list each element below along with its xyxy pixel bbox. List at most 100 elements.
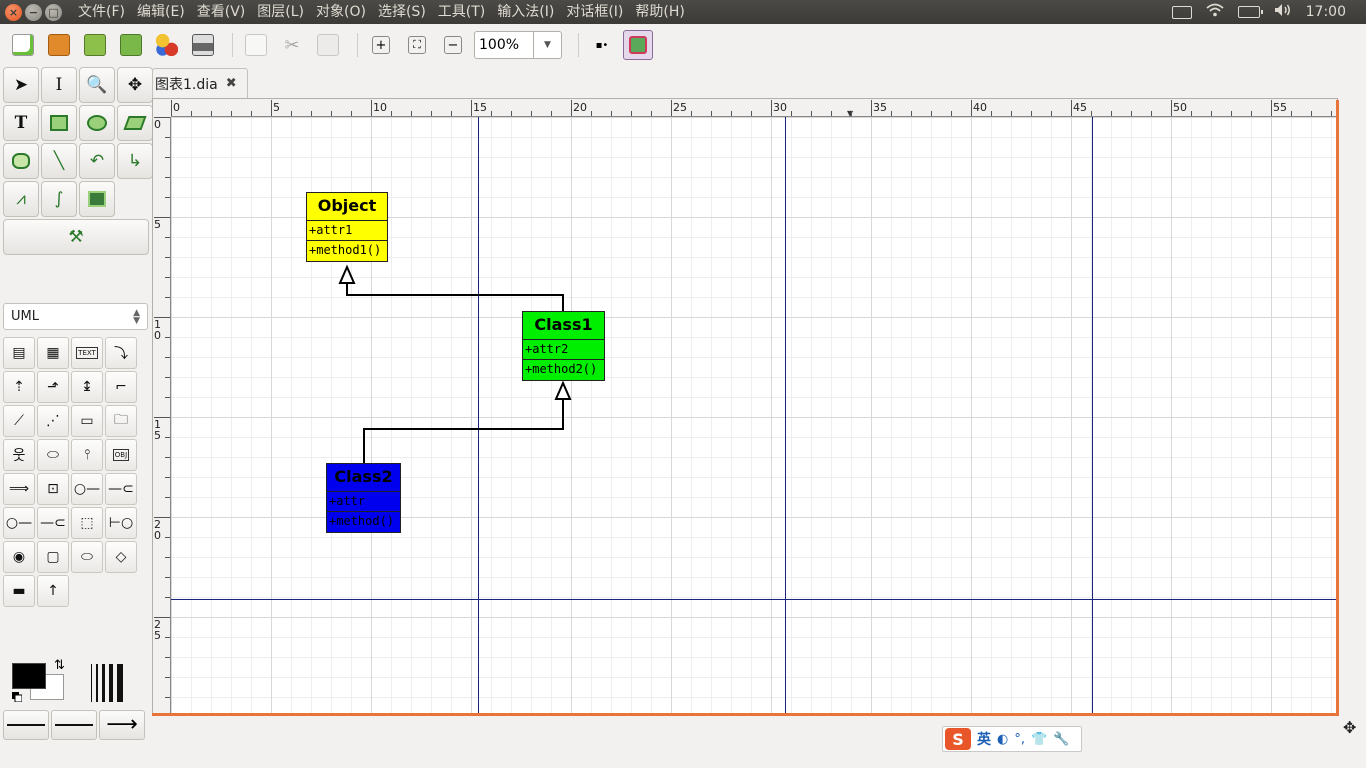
close-icon[interactable]: ✖	[226, 76, 237, 91]
menu-input-method[interactable]: 输入法(I)	[491, 0, 560, 24]
bezier-line-tool[interactable]: ∫	[41, 181, 77, 217]
ellipse-tool[interactable]	[79, 105, 115, 141]
zoom-combo[interactable]: ▼	[474, 31, 562, 59]
uml-node-shape[interactable]: ⬚	[71, 507, 103, 539]
zoom-out-button[interactable]: −	[438, 30, 468, 60]
battery-icon[interactable]	[1237, 6, 1263, 18]
uml-usecase-shape[interactable]: ⬭	[37, 439, 69, 471]
punctuation-icon[interactable]: °,	[1014, 732, 1025, 747]
new-diagram-button[interactable]	[8, 30, 38, 60]
diagram-canvas[interactable]: ▼ 0510152025303540455055 0510152025 Obje…	[152, 98, 1338, 716]
menu-objects[interactable]: 对象(O)	[310, 0, 372, 24]
uml-class-class1[interactable]: Class1 +attr2 +method2()	[522, 311, 605, 381]
reset-colors-icon[interactable]	[12, 692, 22, 702]
line-style-selector[interactable]	[51, 710, 97, 740]
moon-icon[interactable]: ◐	[997, 732, 1008, 747]
uml-small-package-shape[interactable]: ⋰	[37, 405, 69, 437]
zoom-input[interactable]	[475, 32, 533, 58]
foreground-color-swatch[interactable]	[12, 663, 46, 689]
uml-note-shape[interactable]: TEXT	[71, 337, 103, 369]
swap-colors-icon[interactable]: ⇅	[54, 658, 65, 673]
volume-icon[interactable]	[1274, 3, 1292, 21]
image-tool[interactable]	[79, 181, 115, 217]
menu-layers[interactable]: 图层(L)	[251, 0, 310, 24]
skin-icon[interactable]: 👕	[1031, 732, 1047, 747]
ime-mode-label[interactable]: 英	[977, 729, 991, 749]
sheet-selector[interactable]: UML ▲ ▼	[3, 303, 148, 330]
uml-state-shape[interactable]: ▢	[37, 541, 69, 573]
menu-edit[interactable]: 编辑(E)	[131, 0, 191, 24]
uml-class-object[interactable]: Object +attr1 +method1()	[306, 192, 388, 262]
uml-class-class2[interactable]: Class2 +attr +method()	[326, 463, 401, 533]
line-tool[interactable]: ╲	[41, 143, 77, 179]
menu-view[interactable]: 查看(V)	[191, 0, 252, 24]
outline-tool[interactable]: ⚒	[3, 219, 149, 255]
box-tool[interactable]	[41, 105, 77, 141]
maximize-window-button[interactable]: □	[45, 3, 62, 21]
end-arrow-selector[interactable]: ⟶	[99, 710, 145, 740]
menu-file[interactable]: 文件(F)	[72, 0, 131, 24]
uml-fork-shape[interactable]: ▬	[3, 575, 35, 607]
uml-provided-interface-shape[interactable]: ○—	[3, 507, 35, 539]
uml-template-class-shape[interactable]: ▦	[37, 337, 69, 369]
copy-button[interactable]	[241, 30, 271, 60]
uml-state-term-shape[interactable]: ◉	[3, 541, 35, 573]
uml-branch-shape[interactable]: ⊢○	[105, 507, 137, 539]
uml-transition-shape[interactable]: ↑	[37, 575, 69, 607]
menu-help[interactable]: 帮助(H)	[629, 0, 690, 24]
export-button[interactable]	[152, 30, 182, 60]
wifi-icon[interactable]	[1206, 3, 1224, 21]
close-window-button[interactable]: ×	[5, 3, 22, 21]
uml-component-shape[interactable]: ⊡	[37, 473, 69, 505]
magnify-tool[interactable]: 🔍	[79, 67, 115, 103]
object-snap-toggle[interactable]	[623, 30, 653, 60]
polyline-tool[interactable]: ⩘	[3, 181, 39, 217]
uml-activity-shape[interactable]: ⬭	[71, 541, 103, 573]
uml-actor-shape[interactable]: 웃	[3, 439, 35, 471]
line-width-selector[interactable]	[91, 664, 135, 702]
uml-large-package-shape[interactable]: ▭	[71, 405, 103, 437]
minimize-window-button[interactable]: −	[25, 3, 42, 21]
uml-lifeline-shape[interactable]: ⫯	[71, 439, 103, 471]
print-button[interactable]	[188, 30, 218, 60]
arc-tool[interactable]: ↶	[79, 143, 115, 179]
uml-association-shape[interactable]: ↨	[71, 371, 103, 403]
modify-tool[interactable]: ➤	[3, 67, 39, 103]
scroll-tool[interactable]: ✥	[117, 67, 153, 103]
diagram-grid[interactable]: Object +attr1 +method1() Class1 +attr2 +…	[171, 117, 1337, 715]
uml-implements-shape[interactable]: ⌐	[105, 371, 137, 403]
save-button[interactable]	[80, 30, 110, 60]
ime-toolbar[interactable]: S 英 ◐ °, 👕 🔧	[942, 726, 1082, 752]
navigation-icon[interactable]: ✥	[1343, 718, 1356, 737]
cut-button[interactable]: ✂	[277, 30, 307, 60]
uml-decision-shape[interactable]: ◇	[105, 541, 137, 573]
zoom-in-button[interactable]: +	[366, 30, 396, 60]
uml-socket-shape[interactable]: —⊂	[105, 473, 137, 505]
paste-button[interactable]	[313, 30, 343, 60]
beziergon-tool[interactable]	[3, 143, 39, 179]
uml-required-interface-shape[interactable]: —⊂	[37, 507, 69, 539]
wrench-icon[interactable]: 🔧	[1053, 732, 1069, 747]
uml-component-feature-shape[interactable]: ○—	[71, 473, 103, 505]
uml-package-shape[interactable]: 🗀	[105, 405, 137, 437]
start-arrow-selector[interactable]	[3, 710, 49, 740]
menu-tools[interactable]: 工具(T)	[432, 0, 491, 24]
open-button[interactable]	[44, 30, 74, 60]
text-edit-tool[interactable]: I	[41, 67, 77, 103]
menu-select[interactable]: 选择(S)	[372, 0, 432, 24]
save-as-button[interactable]	[116, 30, 146, 60]
ime-logo[interactable]: S	[945, 728, 971, 750]
menu-dialogs[interactable]: 对话框(I)	[560, 0, 629, 24]
uml-dependency-shape[interactable]: ⤵	[105, 337, 137, 369]
uml-object-shape[interactable]: OBJ	[105, 439, 137, 471]
text-tool[interactable]: T	[3, 105, 39, 141]
zigzag-line-tool[interactable]: ↳	[117, 143, 153, 179]
uml-constraint-shape[interactable]: ⟋	[3, 405, 35, 437]
zoom-fit-button[interactable]: ⛶	[402, 30, 432, 60]
keyboard-icon[interactable]	[1171, 5, 1192, 19]
uml-class-shape[interactable]: ▤	[3, 337, 35, 369]
polygon-tool[interactable]	[117, 105, 153, 141]
snap-to-grid-toggle[interactable]: ▪•	[587, 30, 617, 60]
clock[interactable]: 17:00	[1306, 4, 1346, 20]
chevron-down-icon[interactable]: ▼	[533, 32, 561, 58]
